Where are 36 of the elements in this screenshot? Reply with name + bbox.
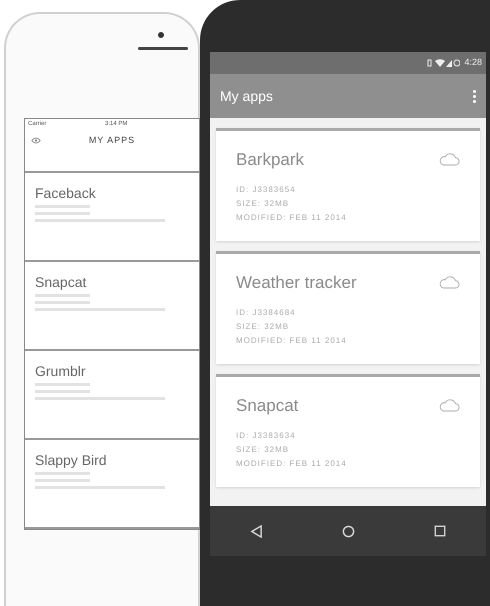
app-name: Weather tracker <box>236 272 357 294</box>
back-icon[interactable] <box>250 524 263 538</box>
app-size: SIZE: 32MB <box>236 198 290 210</box>
speaker-icon <box>138 47 188 50</box>
app-id: ID: J3383654 <box>236 184 297 196</box>
status-icons <box>426 58 460 68</box>
app-card[interactable]: Snapcat ID: J3383634 SIZE: 32MB MODIFIED: FEB 11 2014 <box>216 374 480 487</box>
app-id: ID: J3384684 <box>236 306 297 318</box>
cloud-icon[interactable] <box>438 152 460 168</box>
recents-icon[interactable] <box>434 525 446 537</box>
screen-title: My apps <box>220 86 273 106</box>
status-time: 4:28 <box>464 56 482 70</box>
cloud-icon[interactable] <box>438 275 460 290</box>
more-icon[interactable] <box>473 90 476 102</box>
app-name: Grumblr <box>35 362 87 379</box>
app-card[interactable]: Weather tracker ID: J3384684 SIZE: 32MB MODIFIED: FEB 11 2014 <box>216 251 480 364</box>
app-name: Barkpark <box>236 149 304 171</box>
app-size: SIZE: 32MB <box>236 320 290 332</box>
app-modified: MODIFIED: FEB 11 2014 <box>236 458 348 470</box>
app-modified: MODIFIED: FEB 11 2014 <box>236 212 348 224</box>
eye-icon[interactable] <box>31 136 41 144</box>
app-name: Snapcat <box>35 274 88 290</box>
home-icon[interactable] <box>342 524 355 538</box>
app-card[interactable]: Slappy Bird <box>25 440 199 529</box>
app-size: SIZE: 32MB <box>236 444 290 456</box>
app-card[interactable]: Faceback <box>25 172 199 262</box>
screen-title: MY APPS <box>88 134 136 147</box>
app-modified: MODIFIED: FEB 11 2014 <box>236 334 348 346</box>
cloud-icon[interactable] <box>438 398 460 414</box>
app-name: Snapcat <box>236 395 298 417</box>
app-name: Faceback <box>35 184 97 201</box>
app-card[interactable]: Grumblr <box>25 350 199 440</box>
app-card[interactable]: Barkpark ID: J3383654 SIZE: 32MB MODIFIED: FEB 11 2014 <box>216 128 480 241</box>
app-card[interactable]: Snapcat <box>25 262 199 351</box>
app-id: ID: J3383634 <box>236 430 297 442</box>
app-name: Slappy Bird <box>35 452 108 468</box>
